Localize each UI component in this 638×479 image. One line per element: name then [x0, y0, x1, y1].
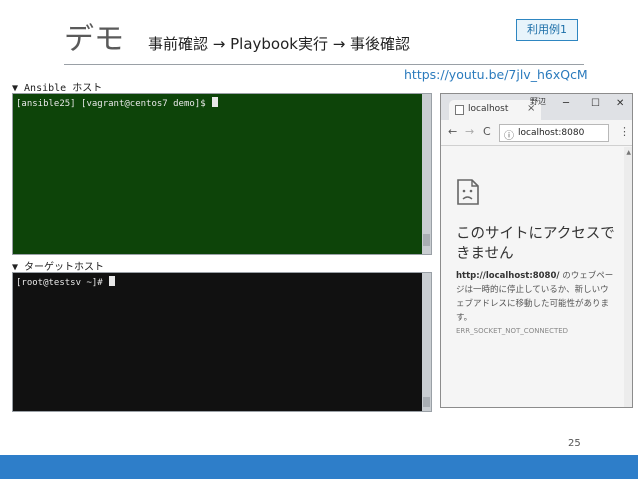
tab-title: localhost	[468, 104, 509, 114]
back-arrow-icon[interactable]: ←	[448, 125, 457, 138]
error-message: http://localhost:8080/ のウェブページは一時的に停止してい…	[456, 269, 616, 325]
error-code: ERR_SOCKET_NOT_CONNECTED	[456, 327, 569, 335]
info-icon[interactable]: ⓘ	[504, 127, 514, 142]
browser-window: localhost × 野辺 ─ ☐ ✕ ← → C ⓘ localhost:8…	[440, 93, 633, 408]
scrollbar-thumb[interactable]	[423, 234, 430, 246]
forward-arrow-icon[interactable]: →	[465, 125, 474, 138]
ansible-host-terminal[interactable]: [ansible25] [vagrant@centos7 demo]$	[12, 93, 432, 255]
terminal-cursor	[212, 97, 219, 107]
page-scrollbar[interactable]: ▲	[624, 147, 632, 407]
close-icon[interactable]: ✕	[616, 98, 624, 109]
usage-example-badge: 利用例1	[516, 19, 578, 41]
error-url: http://localhost:8080/	[456, 271, 560, 281]
scrollbar-thumb[interactable]	[423, 397, 430, 407]
slide-title: デモ	[64, 22, 124, 57]
maximize-icon[interactable]: ☐	[591, 98, 600, 109]
target-host-terminal[interactable]: [root@testsv ~]#	[12, 272, 432, 412]
address-bar-url: localhost:8080	[518, 128, 585, 138]
ansible-terminal-scrollbar[interactable]	[422, 94, 431, 254]
browser-tab-strip: localhost × 野辺 ─ ☐ ✕	[441, 94, 632, 120]
scroll-up-icon[interactable]: ▲	[626, 149, 631, 156]
ansible-host-label: ▼ Ansible ホスト	[12, 83, 103, 94]
profile-label[interactable]: 野辺	[530, 96, 546, 107]
browser-tab-localhost[interactable]: localhost ×	[449, 100, 541, 120]
reload-icon[interactable]: C	[483, 125, 491, 138]
page-number: 25	[568, 438, 581, 449]
demo-video-link[interactable]: https://youtu.be/7jlv_h6xQcM	[404, 67, 588, 82]
footer-bar	[0, 455, 638, 479]
ansible-prompt-text: [ansible25] [vagrant@centos7 demo]$	[16, 99, 212, 109]
sad-page-icon	[457, 179, 479, 205]
terminal-cursor	[109, 276, 116, 286]
target-terminal-scrollbar[interactable]	[422, 273, 431, 411]
address-bar[interactable]: ⓘ localhost:8080	[499, 124, 609, 142]
minimize-icon[interactable]: ─	[563, 98, 569, 109]
browser-page-content: このサイトにアクセスできません http://localhost:8080/ の…	[441, 147, 632, 407]
more-menu-icon[interactable]: ⋮	[619, 125, 630, 138]
error-heading: このサイトにアクセスできません	[456, 226, 615, 262]
slide-subtitle: 事前確認 → Playbook実行 → 事後確認	[148, 35, 411, 53]
browser-toolbar: ← → C ⓘ localhost:8080 ⋮	[441, 120, 632, 146]
page-icon	[455, 105, 464, 115]
target-host-label: ▼ ターゲットホスト	[12, 262, 105, 273]
title-divider	[64, 64, 584, 65]
target-terminal-line: [root@testsv ~]#	[16, 276, 116, 288]
target-prompt-text: [root@testsv ~]#	[16, 278, 109, 288]
ansible-terminal-line: [ansible25] [vagrant@centos7 demo]$	[16, 97, 219, 109]
